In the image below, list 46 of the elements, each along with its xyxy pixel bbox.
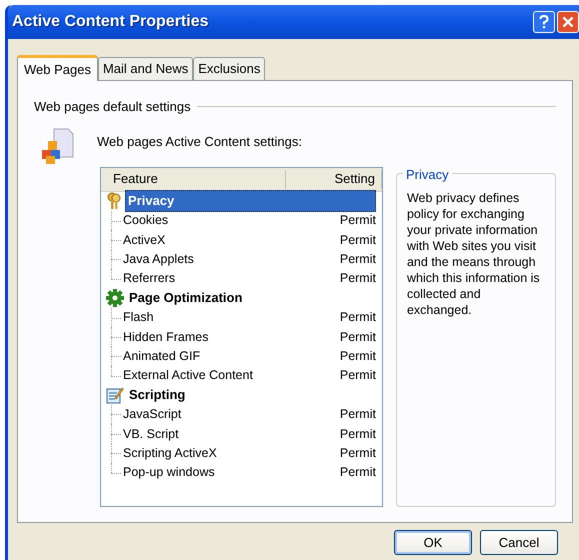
setting-value[interactable]: Permit [340,424,376,444]
setting-value[interactable]: Permit [340,405,376,424]
setting-value[interactable]: Permit [340,250,376,269]
setting-value[interactable]: Permit [340,346,376,366]
group-row[interactable]: Privacy [125,190,376,212]
feature-name[interactable]: Java Applets [123,250,340,269]
feature-name[interactable]: Animated GIF [123,346,340,366]
help-button[interactable] [533,11,555,33]
feature-name[interactable]: Cookies [123,211,340,230]
feature-name[interactable]: Referrers [123,269,340,288]
gear-icon [106,289,124,308]
group-row[interactable]: Scripting [127,385,188,405]
setting-value[interactable]: Permit [340,328,376,346]
setting-value[interactable]: Permit [340,444,376,463]
feature-name[interactable]: JavaScript [123,405,340,424]
blocks-document-icon [40,126,74,164]
feature-name[interactable]: Hidden Frames [123,328,340,346]
tab[interactable]: Web Pages [17,55,98,81]
feature-name[interactable]: Pop-up windows [123,463,340,482]
tab[interactable]: Mail and News [98,57,194,80]
setting-value[interactable]: Permit [340,211,376,230]
column-header[interactable]: Setting [286,170,382,188]
column-header[interactable]: Feature [101,170,286,188]
window-title: Active Content Properties [12,12,210,32]
feature-name[interactable]: Scripting ActiveX [123,444,340,463]
setting-value[interactable]: Permit [340,308,376,327]
tab[interactable]: Exclusions [193,57,266,80]
group-row[interactable]: Page Optimization [127,288,244,308]
intro-label: Web pages Active Content settings: [97,132,302,151]
feature-name[interactable]: VB. Script [123,424,340,444]
description-text: Web privacy defines policy for exchanging your private information with Web sites you visit and the means through which this information is collected and exchanged. [406,190,541,318]
close-button[interactable] [557,11,579,33]
feature-name[interactable]: External Active Content [123,366,340,386]
setting-value[interactable]: Permit [340,463,376,482]
close-icon [562,16,574,28]
feature-name[interactable]: ActiveX [123,230,340,250]
help-icon [539,15,549,29]
feature-name[interactable]: Flash [123,308,340,327]
setting-value[interactable]: Permit [340,269,376,288]
setting-value[interactable]: Permit [340,366,376,386]
script-icon [106,386,124,404]
keys-icon [106,192,122,210]
dialog-button[interactable]: OK [394,530,472,555]
section-title: Web pages default settings [34,98,191,116]
setting-value[interactable]: Permit [340,230,376,250]
dialog-button[interactable]: Cancel [480,530,558,555]
